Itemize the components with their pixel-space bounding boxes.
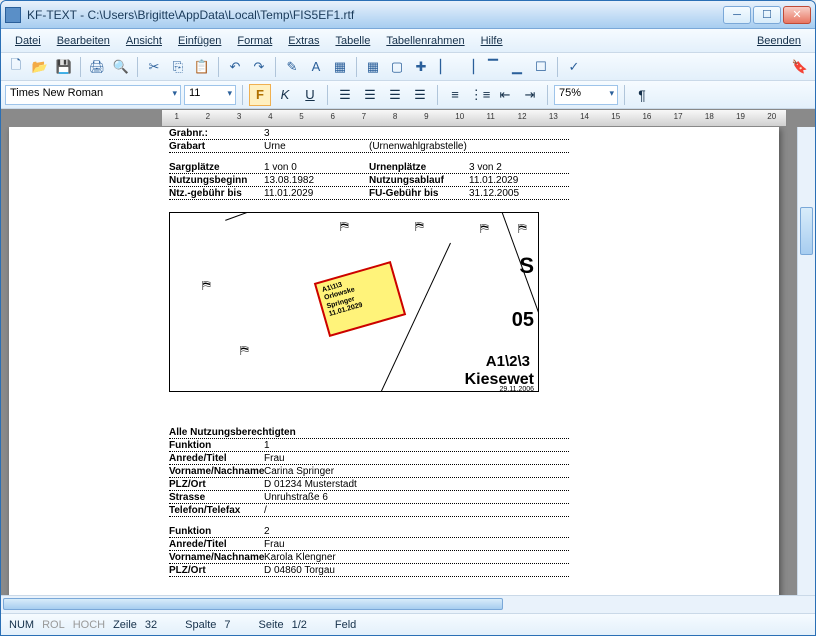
underline-button[interactable]: U: [299, 84, 321, 106]
menu-hilfe[interactable]: Hilfe: [473, 33, 511, 49]
paste-icon[interactable]: 📋: [191, 56, 213, 78]
border-inner-icon[interactable]: ✚: [410, 56, 432, 78]
redo-icon[interactable]: ↷: [248, 56, 270, 78]
label-grabart: Grabart: [169, 141, 264, 152]
status-feld-label: Feld: [335, 619, 356, 631]
status-zeile-label: Zeile: [113, 619, 137, 631]
undo-icon[interactable]: ↶: [224, 56, 246, 78]
status-rol: ROL: [42, 619, 65, 631]
status-spalte-label: Spalte: [185, 619, 216, 631]
pilcrow-icon[interactable]: ¶: [631, 84, 653, 106]
preview-icon[interactable]: 🔍: [110, 56, 132, 78]
print-icon[interactable]: 🖨: [86, 56, 108, 78]
close-button[interactable]: ✕: [783, 6, 811, 24]
open-icon[interactable]: 📂: [29, 56, 51, 78]
border-top-icon[interactable]: ▔: [482, 56, 504, 78]
border-right-icon[interactable]: ▕: [458, 56, 480, 78]
toolbar-format: Times New Roman 11 F K U ☰ ☰ ☰ ☰ ≡ ⋮≡ ⇤ …: [1, 81, 815, 109]
status-zeile-value: 32: [145, 619, 157, 631]
italic-button[interactable]: K: [274, 84, 296, 106]
status-hoch: HOCH: [73, 619, 105, 631]
menu-einfuegen[interactable]: Einfügen: [170, 33, 229, 49]
section-nutzungsberechtigten: Alle Nutzungsberechtigten: [169, 426, 569, 439]
highlight-icon[interactable]: ✎: [281, 56, 303, 78]
toolbar-main: 🗋 📂 💾 🖨 🔍 ✂ ⎘ 📋 ↶ ↷ ✎ A ▦ ▦ ▢ ✚ ▏ ▕ ▔ ▁ …: [1, 53, 815, 81]
menu-bearbeiten[interactable]: Bearbeiten: [49, 33, 118, 49]
menu-tabelle[interactable]: Tabelle: [327, 33, 378, 49]
list-numbered-icon[interactable]: ≡: [444, 84, 466, 106]
bold-button[interactable]: F: [249, 84, 271, 106]
status-num: NUM: [9, 619, 34, 631]
label-grabnr: Grabnr.:: [169, 128, 264, 139]
menu-datei[interactable]: Datei: [7, 33, 49, 49]
bookmark-icon[interactable]: 🔖: [789, 56, 811, 78]
new-icon[interactable]: 🗋: [5, 56, 27, 78]
menu-extras[interactable]: Extras: [280, 33, 327, 49]
align-center-icon[interactable]: ☰: [359, 84, 381, 106]
status-seite-label: Seite: [259, 619, 284, 631]
window-title: KF-TEXT - C:\Users\Brigitte\AppData\Loca…: [27, 8, 723, 22]
border-all-icon[interactable]: ▦: [362, 56, 384, 78]
font-size-combo[interactable]: 11: [184, 85, 236, 105]
document-area: Grabnr.:3 GrabartUrne(Urnenwahlgrabstell…: [1, 127, 815, 595]
menu-beenden[interactable]: Beenden: [749, 33, 809, 49]
status-spalte-value: 7: [224, 619, 230, 631]
table-insert-icon[interactable]: ▦: [329, 56, 351, 78]
status-seite-value: 1/2: [292, 619, 307, 631]
font-combo[interactable]: Times New Roman: [5, 85, 181, 105]
border-left-icon[interactable]: ▏: [434, 56, 456, 78]
ruler[interactable]: 12 34 56 78 910 1112 1314 1516 1718 1920: [161, 109, 787, 127]
scrollbar-horizontal[interactable]: [1, 595, 815, 613]
border-outer-icon[interactable]: ▢: [386, 56, 408, 78]
menubar: Datei Bearbeiten Ansicht Einfügen Format…: [1, 29, 815, 53]
font-color-icon[interactable]: A: [305, 56, 327, 78]
align-left-icon[interactable]: ☰: [334, 84, 356, 106]
ruler-row: 12 34 56 78 910 1112 1314 1516 1718 1920: [1, 109, 815, 127]
menu-ansicht[interactable]: Ansicht: [118, 33, 170, 49]
plot-map: ⛿ ⛿ ⛿ ⛿ ⛿ ⛿ A1\1\3 Orlowske Springer 11.…: [169, 212, 539, 392]
app-icon: [5, 7, 21, 23]
page[interactable]: Grabnr.:3 GrabartUrne(Urnenwahlgrabstell…: [9, 127, 779, 595]
indent-icon[interactable]: ⇥: [519, 84, 541, 106]
maximize-button[interactable]: ☐: [753, 6, 781, 24]
border-bottom-icon[interactable]: ▁: [506, 56, 528, 78]
copy-icon[interactable]: ⎘: [167, 56, 189, 78]
align-right-icon[interactable]: ☰: [384, 84, 406, 106]
minimize-button[interactable]: ─: [723, 6, 751, 24]
titlebar: KF-TEXT - C:\Users\Brigitte\AppData\Loca…: [1, 1, 815, 29]
zoom-combo[interactable]: 75%: [554, 85, 618, 105]
statusbar: NUM ROL HOCH Zeile 32 Spalte 7 Seite 1/2…: [1, 613, 815, 635]
border-none-icon[interactable]: ☐: [530, 56, 552, 78]
list-bullet-icon[interactable]: ⋮≡: [469, 84, 491, 106]
align-justify-icon[interactable]: ☰: [409, 84, 431, 106]
highlighted-plot: A1\1\3 Orlowske Springer 11.01.2029: [314, 261, 406, 337]
menu-tabellenrahmen[interactable]: Tabellenrahmen: [378, 33, 472, 49]
save-icon[interactable]: 💾: [53, 56, 75, 78]
spellcheck-icon[interactable]: ✓: [563, 56, 585, 78]
outdent-icon[interactable]: ⇤: [494, 84, 516, 106]
cut-icon[interactable]: ✂: [143, 56, 165, 78]
scrollbar-vertical[interactable]: [797, 127, 815, 595]
menu-format[interactable]: Format: [229, 33, 280, 49]
